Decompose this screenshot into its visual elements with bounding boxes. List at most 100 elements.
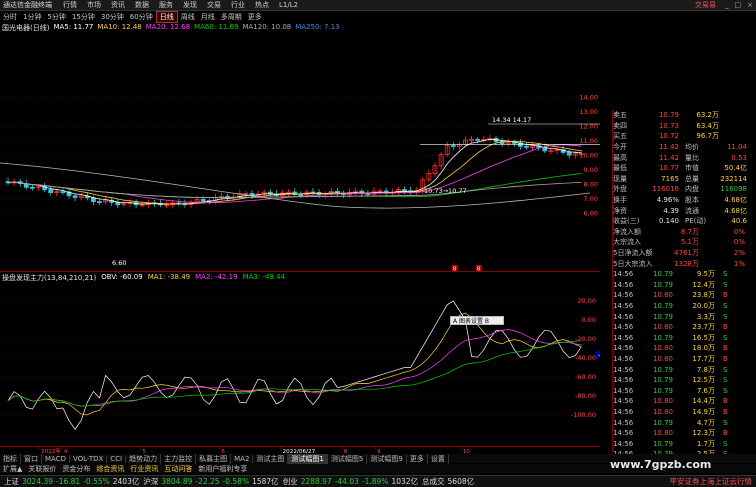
period-tab[interactable]: 30分钟: [98, 12, 127, 22]
tick-time: 14:56: [613, 333, 634, 342]
chart-settings-popup[interactable]: A 图表设置 B: [450, 316, 504, 325]
ma-legend: 国光电器(日线) MA5: 11.77 MA10: 12.48 MA20: 12.68…: [2, 23, 340, 32]
period-tab[interactable]: 1分钟: [20, 12, 44, 22]
period-tab[interactable]: 日线: [155, 11, 178, 23]
menu-data[interactable]: 数据: [130, 0, 154, 10]
stat-row: 今开 11.42 均价 11.04: [613, 142, 756, 153]
candle-body: [475, 138, 481, 141]
indicator-tab[interactable]: VOL-TDX: [70, 454, 108, 463]
info-tab[interactable]: 新用户福利专享: [195, 464, 250, 474]
info-tab[interactable]: 关联报价: [25, 464, 59, 474]
indicator-tab[interactable]: 测试幅图5: [328, 453, 368, 464]
indicator-tab[interactable]: 测试幅图1: [288, 453, 328, 464]
price-tick-label: 14.00: [579, 94, 598, 102]
indicator-tab[interactable]: 指标: [0, 453, 21, 464]
indicator-tab[interactable]: 趋势动力: [126, 453, 162, 464]
tick-time: 14:56: [613, 323, 634, 332]
candle-body: [48, 189, 54, 194]
tick-time: 14:56: [613, 418, 634, 427]
stat-label: 今开: [613, 143, 627, 152]
kline-chart[interactable]: 14.0013.0012.0011.0010.009.008.007.006.0…: [0, 23, 600, 273]
index-name[interactable]: 创业: [283, 476, 298, 487]
stat-label: 流通: [685, 206, 699, 215]
indicator-tab[interactable]: 测试主图: [253, 453, 289, 464]
stat-label: 收益(三): [613, 217, 640, 226]
info-tab[interactable]: 行业资讯: [127, 464, 161, 474]
menu-market[interactable]: 市场: [82, 0, 106, 10]
indicator-tab[interactable]: 窗口: [21, 453, 42, 464]
index-name[interactable]: 上证: [4, 476, 19, 487]
broker-name[interactable]: 平安证券上海上证云行情: [670, 476, 753, 487]
tick-volume: 23.8万: [692, 291, 715, 300]
minimize-button[interactable]: _: [722, 1, 732, 9]
tick-time: 14:56: [613, 344, 634, 353]
trade-link[interactable]: 交易易: [689, 0, 722, 10]
ma-legend-item: MA60: 11.69: [194, 23, 239, 31]
index-name[interactable]: 沪深: [143, 476, 158, 487]
flow-row: 5日净流入额 4761万 2%: [613, 248, 756, 259]
indicator-tab[interactable]: 主力监控: [161, 453, 197, 464]
period-tab[interactable]: 周线: [178, 12, 198, 22]
candle-body: [450, 145, 456, 147]
period-tab[interactable]: 60分钟: [127, 12, 156, 22]
period-tab[interactable]: 5分钟: [44, 12, 68, 22]
menu-service[interactable]: 服务: [154, 0, 178, 10]
watermark: www.7gpzb.com: [610, 458, 712, 471]
period-tab[interactable]: 更多: [245, 12, 265, 22]
indicator-chart[interactable]: 20.00 0.00 -20.00 -40.00 -60.00 -80.00 -100.00…: [0, 272, 600, 444]
indicator-tab[interactable]: CCI: [107, 454, 127, 463]
menubar: 通达信金融终端 行情 市场 资讯 数据 服务 发现 交易 行业 热点 L1/L2…: [0, 0, 756, 11]
stat-value: 11.04: [726, 143, 747, 152]
quote-panel: 卖五 10.79 63.2万 卖四 10.73 63.4万 买五 10.72 96.7万 今开 11…: [612, 110, 756, 458]
index-amount: 2403亿: [112, 477, 140, 486]
maximize-button[interactable]: □: [732, 1, 745, 9]
indicator-tab[interactable]: MACD: [42, 454, 70, 463]
stat-value: 50.4亿: [724, 164, 747, 173]
close-button[interactable]: ×: [744, 1, 756, 9]
index-pct: -0.55%: [83, 477, 110, 486]
candle-body: [402, 189, 407, 192]
tick-price: 10.80: [652, 291, 673, 300]
menu-l1l2[interactable]: L1/L2: [274, 1, 303, 9]
menu-hot[interactable]: 热点: [250, 0, 274, 10]
stat-value: 40.6: [731, 217, 747, 226]
info-tab[interactable]: 资金分布: [59, 464, 93, 474]
info-tab[interactable]: 综合资讯: [93, 464, 127, 474]
tick-price: 10.80: [652, 323, 673, 332]
tick-price: 10.80: [652, 407, 673, 416]
tick-price: 10.80: [652, 397, 673, 406]
flow-value: 1328万: [674, 259, 699, 268]
stat-value: 4.96%: [656, 196, 679, 205]
menubar-right: 交易易 _ □ ×: [689, 0, 756, 10]
indicator-tick-label: -60.00: [575, 373, 596, 381]
period-tab[interactable]: 多周期: [218, 12, 245, 22]
info-tab[interactable]: 扩展▲: [0, 464, 25, 474]
date-label: 2022年: [41, 447, 61, 454]
menu-quotes[interactable]: 行情: [58, 0, 82, 10]
tick-volume: 18.0万: [692, 344, 715, 353]
indicator-tab[interactable]: MA2: [231, 454, 254, 463]
indicator-tab[interactable]: 更多: [407, 453, 428, 464]
stat-value: 4.68亿: [724, 196, 747, 205]
menu-industry[interactable]: 行业: [226, 0, 250, 10]
menu-trade[interactable]: 交易: [202, 0, 226, 10]
flow-label: 5日大宗流入: [613, 259, 653, 268]
indicator-tab[interactable]: 测试幅图9: [367, 453, 407, 464]
stat-label: 最低: [613, 164, 627, 173]
tick-time: 14:56: [613, 397, 634, 406]
info-tab[interactable]: 互动问答: [161, 464, 195, 474]
period-tab[interactable]: 分时: [0, 12, 20, 22]
menu-news[interactable]: 资讯: [106, 0, 130, 10]
indicator-tab[interactable]: 私募主图: [196, 453, 232, 464]
ask-volume: 63.2万: [696, 111, 719, 120]
period-tab[interactable]: 15分钟: [69, 12, 98, 22]
period-tab[interactable]: 月线: [198, 12, 218, 22]
stat-value: 116016: [652, 185, 679, 194]
indicator-tab[interactable]: 设置: [428, 453, 449, 464]
menu-discover[interactable]: 发现: [178, 0, 202, 10]
tick-row: 14:56 10.79 20.0万 S: [613, 301, 756, 312]
flow-label: 净流入额: [613, 227, 641, 236]
index-pct: -1.89%: [361, 477, 389, 486]
price-tick-label: 9.00: [584, 166, 598, 174]
ma1-line: [7, 312, 582, 416]
